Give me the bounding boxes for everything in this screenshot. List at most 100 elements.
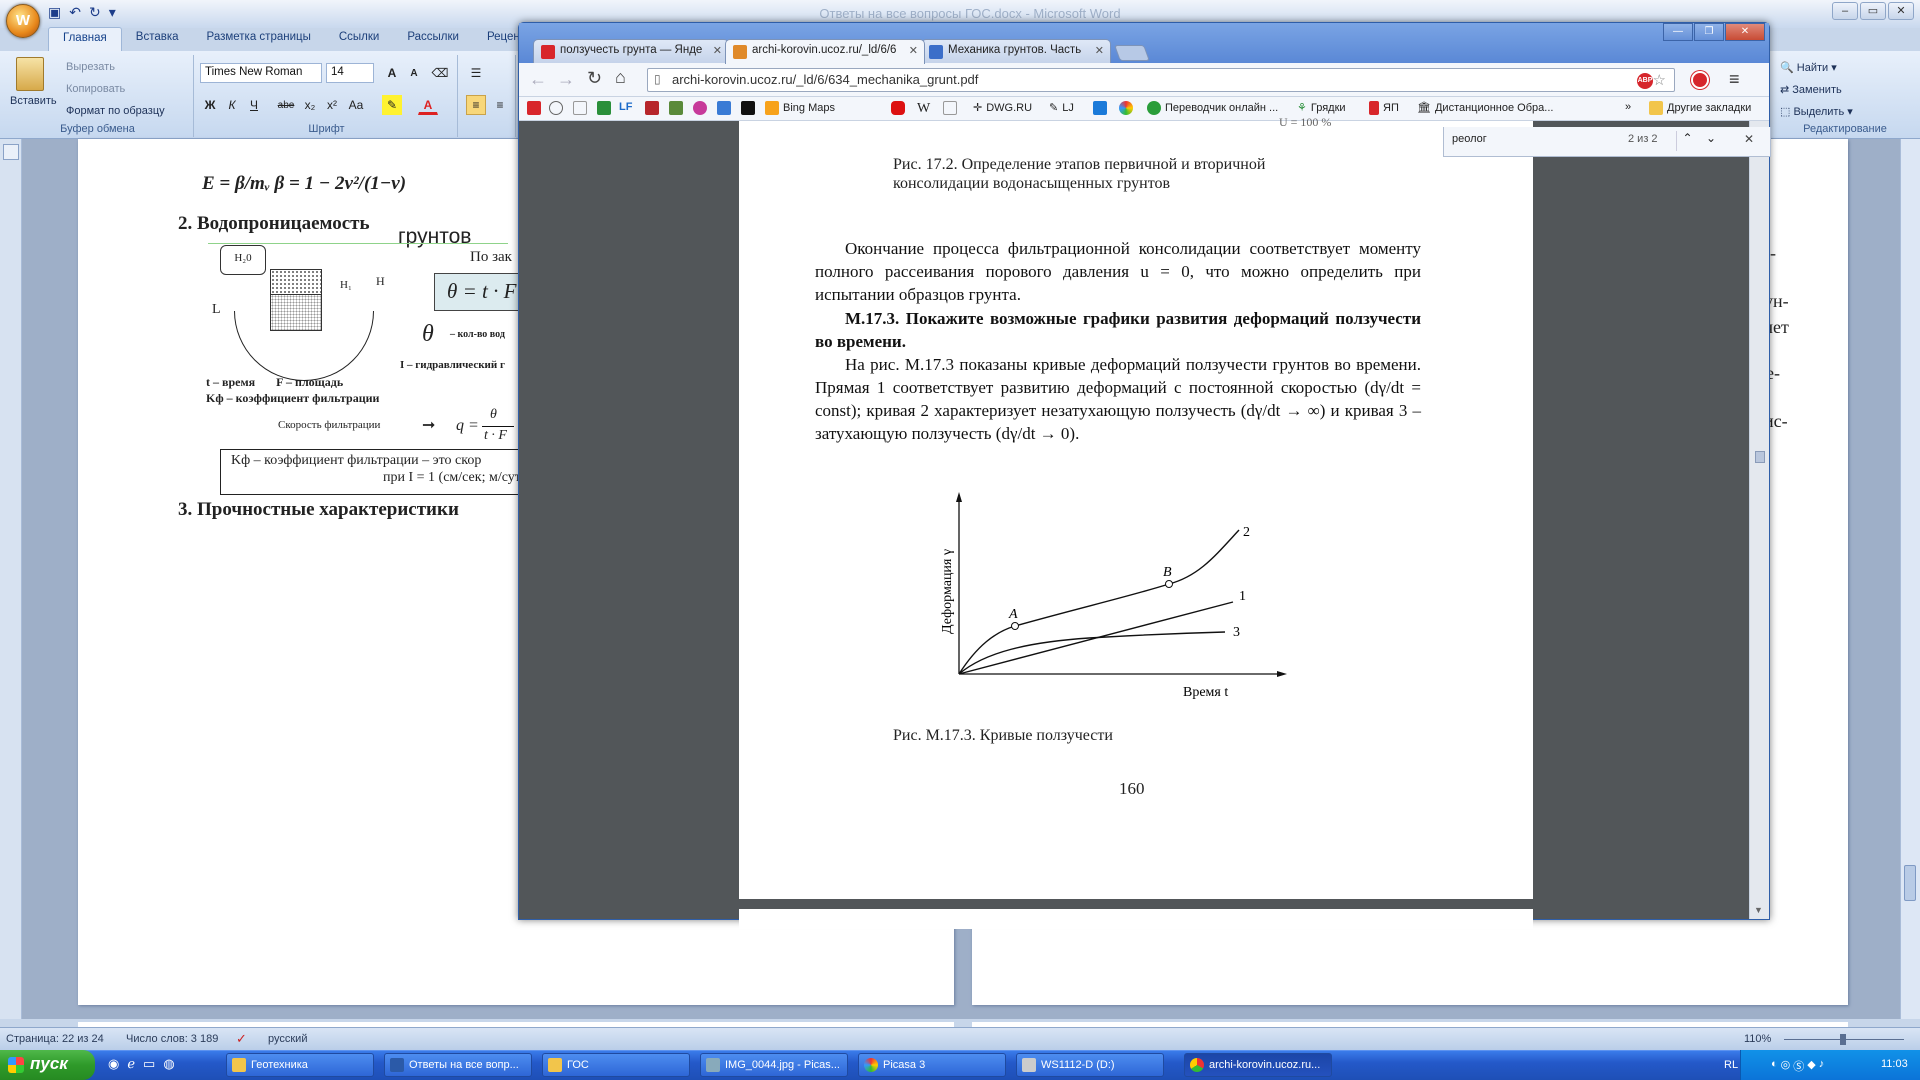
copy-button[interactable]: Копировать: [66, 83, 125, 95]
underline-button[interactable]: Ч: [244, 95, 264, 115]
bookmark-hd[interactable]: [741, 101, 755, 115]
star-icon[interactable]: ☆: [1653, 71, 1666, 89]
bookmark-dwg[interactable]: ✛ DWG.RU: [973, 101, 1032, 115]
bookmark-flower[interactable]: [693, 101, 707, 115]
chrome-icon[interactable]: ◍: [163, 1056, 174, 1072]
change-case-button[interactable]: Aa: [346, 95, 366, 115]
clock[interactable]: 11:03: [1881, 1058, 1908, 1070]
bookmark-doc[interactable]: [943, 101, 957, 115]
find-button[interactable]: 🔍 Найти ▾: [1780, 61, 1837, 74]
tab-yandex[interactable]: ползучесть грунта — Янде ✕: [533, 39, 729, 63]
start-button[interactable]: пуск: [0, 1050, 95, 1080]
new-tab-button[interactable]: [1114, 45, 1150, 61]
other-bookmarks[interactable]: Другие закладки: [1649, 101, 1751, 115]
taskbar-item-word[interactable]: Ответы на все вопр...: [384, 1053, 532, 1077]
back-icon[interactable]: ←: [529, 69, 547, 90]
update-icon[interactable]: ◆: [1807, 1058, 1815, 1074]
taskbar-item-chrome[interactable]: archi-korovin.ucoz.ru...: [1184, 1053, 1332, 1077]
clear-format-icon[interactable]: ⌫: [430, 63, 450, 83]
close-icon[interactable]: ✕: [1725, 23, 1765, 41]
find-next-icon[interactable]: ⌄: [1700, 131, 1722, 151]
close-icon[interactable]: ✕: [1095, 44, 1104, 57]
close-icon[interactable]: ✕: [713, 44, 722, 57]
language-indicator[interactable]: русский: [268, 1033, 307, 1045]
taskbar-item-picasa[interactable]: Picasa 3: [858, 1053, 1006, 1077]
network-icon[interactable]: ◐: [1771, 1058, 1778, 1074]
select-button[interactable]: ⬚ Выделить ▾: [1780, 105, 1853, 118]
paste-icon[interactable]: [16, 57, 44, 91]
font-size-combo[interactable]: 14: [326, 63, 374, 83]
taskbar-item-picasa-image[interactable]: IMG_0044.jpg - Picas...: [700, 1053, 848, 1077]
bookmark-picasa[interactable]: [1119, 101, 1133, 115]
align-left-icon[interactable]: ≡: [466, 95, 486, 115]
menu-icon[interactable]: ≡: [1729, 69, 1740, 90]
bookmark-blue[interactable]: [1093, 101, 1107, 115]
scroll-down-icon[interactable]: ▼: [1754, 905, 1763, 915]
save-icon[interactable]: ▣: [48, 4, 61, 24]
close-icon[interactable]: ✕: [1888, 2, 1914, 20]
ruler-tab-selector[interactable]: [3, 144, 19, 160]
superscript-button[interactable]: x²: [322, 95, 342, 115]
bookmark-bing-maps[interactable]: Bing Maps: [765, 101, 835, 115]
subscript-button[interactable]: x₂: [300, 95, 320, 115]
find-input[interactable]: реолог: [1452, 133, 1487, 145]
home-icon[interactable]: ⌂: [615, 67, 626, 88]
bookmark-wikipedia[interactable]: W: [917, 101, 930, 117]
minimize-icon[interactable]: —: [1663, 23, 1693, 41]
bookmarks-overflow-icon[interactable]: »: [1625, 101, 1631, 113]
maximize-icon[interactable]: ▭: [1860, 2, 1886, 20]
bookmark-lf[interactable]: LF: [619, 101, 632, 113]
bold-button[interactable]: Ж: [200, 95, 220, 115]
skype-icon[interactable]: Ⓢ: [1793, 1058, 1804, 1074]
word-scroll-thumb[interactable]: [1904, 865, 1916, 901]
bookmark-k[interactable]: [645, 101, 659, 115]
close-icon[interactable]: ✕: [909, 44, 918, 57]
cut-button[interactable]: Вырезать: [66, 61, 115, 73]
forward-icon[interactable]: →: [557, 69, 575, 90]
bookmark-green[interactable]: [669, 101, 683, 115]
opera-icon[interactable]: [1691, 71, 1709, 89]
bookmark-globe[interactable]: [549, 101, 563, 115]
reload-icon[interactable]: ↻: [587, 68, 602, 89]
tab-mechanics[interactable]: Механика грунтов. Часть ✕: [921, 39, 1111, 63]
find-previous-icon[interactable]: ⌃: [1676, 131, 1698, 151]
font-name-combo[interactable]: Times New Roman: [200, 63, 322, 83]
align-center-icon[interactable]: ≡: [490, 95, 510, 115]
spellcheck-icon[interactable]: ✓: [236, 1031, 247, 1047]
desktop-icon[interactable]: ▭: [143, 1056, 155, 1072]
minimize-icon[interactable]: –: [1832, 2, 1858, 20]
page-indicator[interactable]: Страница: 22 из 24: [6, 1033, 104, 1045]
ie-icon[interactable]: ℯ: [127, 1056, 135, 1072]
bookmark-lj[interactable]: ✎ LJ: [1049, 101, 1074, 115]
find-close-icon[interactable]: ✕: [1744, 132, 1754, 146]
antivirus-icon[interactable]: ◎: [1781, 1058, 1791, 1074]
qat-dropdown-icon[interactable]: ▾: [109, 4, 116, 24]
zoom-level[interactable]: 110%: [1744, 1033, 1771, 1045]
tab-page-layout[interactable]: Разметка страницы: [193, 27, 325, 51]
bookmark-yap[interactable]: ЯП: [1369, 101, 1399, 115]
word-vertical-scrollbar[interactable]: [1900, 139, 1920, 1019]
paste-button[interactable]: Вставить: [10, 95, 57, 107]
bookmark-translator[interactable]: Переводчик онлайн ...: [1147, 101, 1278, 115]
bookmark-blank[interactable]: [573, 101, 587, 115]
taskbar-item-drive[interactable]: WS1112-D (D:): [1016, 1053, 1164, 1077]
strike-button[interactable]: abe: [276, 95, 296, 115]
adblock-icon[interactable]: ABP: [1637, 73, 1653, 89]
tab-insert[interactable]: Вставка: [122, 27, 193, 51]
shrink-font-icon[interactable]: A: [404, 63, 424, 83]
volume-icon[interactable]: ♪: [1819, 1058, 1825, 1074]
redo-icon[interactable]: ↻: [89, 4, 101, 24]
tab-home[interactable]: Главная: [48, 27, 122, 51]
office-button[interactable]: W: [6, 4, 40, 38]
undo-icon[interactable]: ↶: [69, 4, 81, 24]
grow-font-icon[interactable]: A: [382, 63, 402, 83]
italic-button[interactable]: К: [222, 95, 242, 115]
bookmark-grid[interactable]: [717, 101, 731, 115]
zoom-slider-thumb[interactable]: [1840, 1034, 1846, 1045]
replace-button[interactable]: ⇄ Заменить: [1780, 83, 1842, 96]
bookmark-distance[interactable]: 🏛 Дистанционное Обра...: [1417, 101, 1553, 115]
address-bar[interactable]: ▯ archi-korovin.ucoz.ru/_ld/6/634_mechan…: [647, 68, 1675, 92]
taskbar-item-gos[interactable]: ГОС: [542, 1053, 690, 1077]
browser-icon[interactable]: ◉: [108, 1056, 119, 1072]
format-painter-button[interactable]: Формат по образцу: [66, 105, 165, 117]
